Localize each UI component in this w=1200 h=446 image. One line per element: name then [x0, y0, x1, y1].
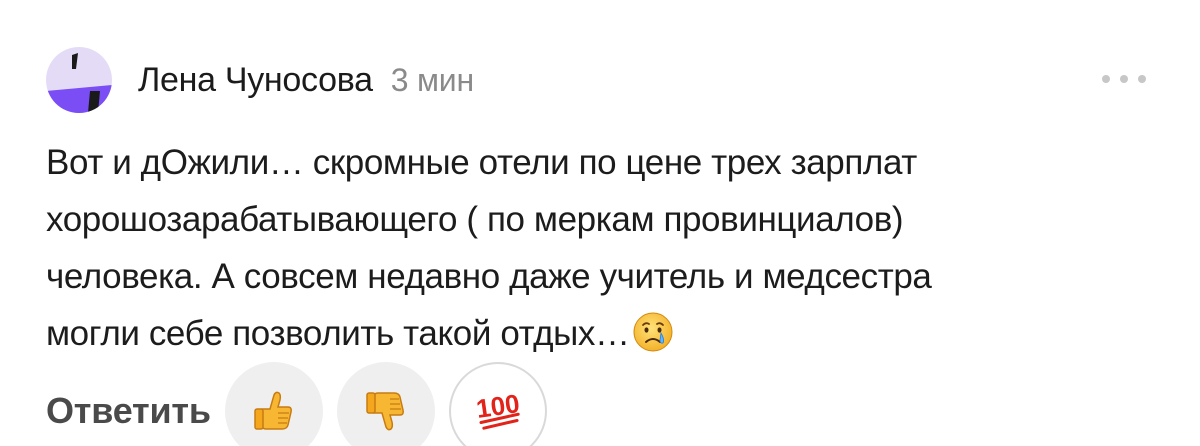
hundred-points-icon: 100: [474, 388, 521, 430]
comment-text-line: человека. А совсем недавно даже учитель …: [46, 257, 932, 296]
comment-text-line: хорошозарабатывающего ( по меркам провин…: [46, 200, 904, 239]
thumbs-up-icon: [254, 391, 292, 430]
more-options-icon[interactable]: [1098, 62, 1150, 96]
reaction-thumbs-down-button[interactable]: [336, 362, 435, 446]
comment-time: 3 мин: [390, 61, 474, 98]
comment-text-line-last: могли себе позволить такой отдых…: [46, 305, 1156, 362]
comment-text: Вот и дОжили… скромные отели по цене тре…: [46, 134, 1156, 362]
dot: [1102, 75, 1110, 83]
thumbs-down-icon: [366, 392, 404, 431]
comment-text-line: могли себе позволить такой отдых…: [46, 314, 630, 353]
comment-header: Лена Чуносова 3 мин: [46, 46, 474, 114]
reply-button[interactable]: Ответить: [46, 390, 211, 432]
avatar[interactable]: [46, 47, 112, 113]
author-name[interactable]: Лена Чуносова: [138, 61, 373, 100]
reaction-hundred-button[interactable]: 100: [448, 362, 547, 446]
comment-card: Лена Чуносова 3 мин Вот и дОжили… скромн…: [0, 0, 1200, 446]
avatar-image: [46, 47, 112, 113]
crying-face-icon: [633, 312, 673, 352]
dot: [1138, 75, 1146, 83]
reaction-thumbs-up-button[interactable]: [224, 362, 323, 446]
comment-text-line: Вот и дОжили… скромные отели по цене тре…: [46, 143, 917, 182]
dot: [1120, 75, 1128, 83]
comment-actions: Ответить 100: [46, 362, 547, 446]
